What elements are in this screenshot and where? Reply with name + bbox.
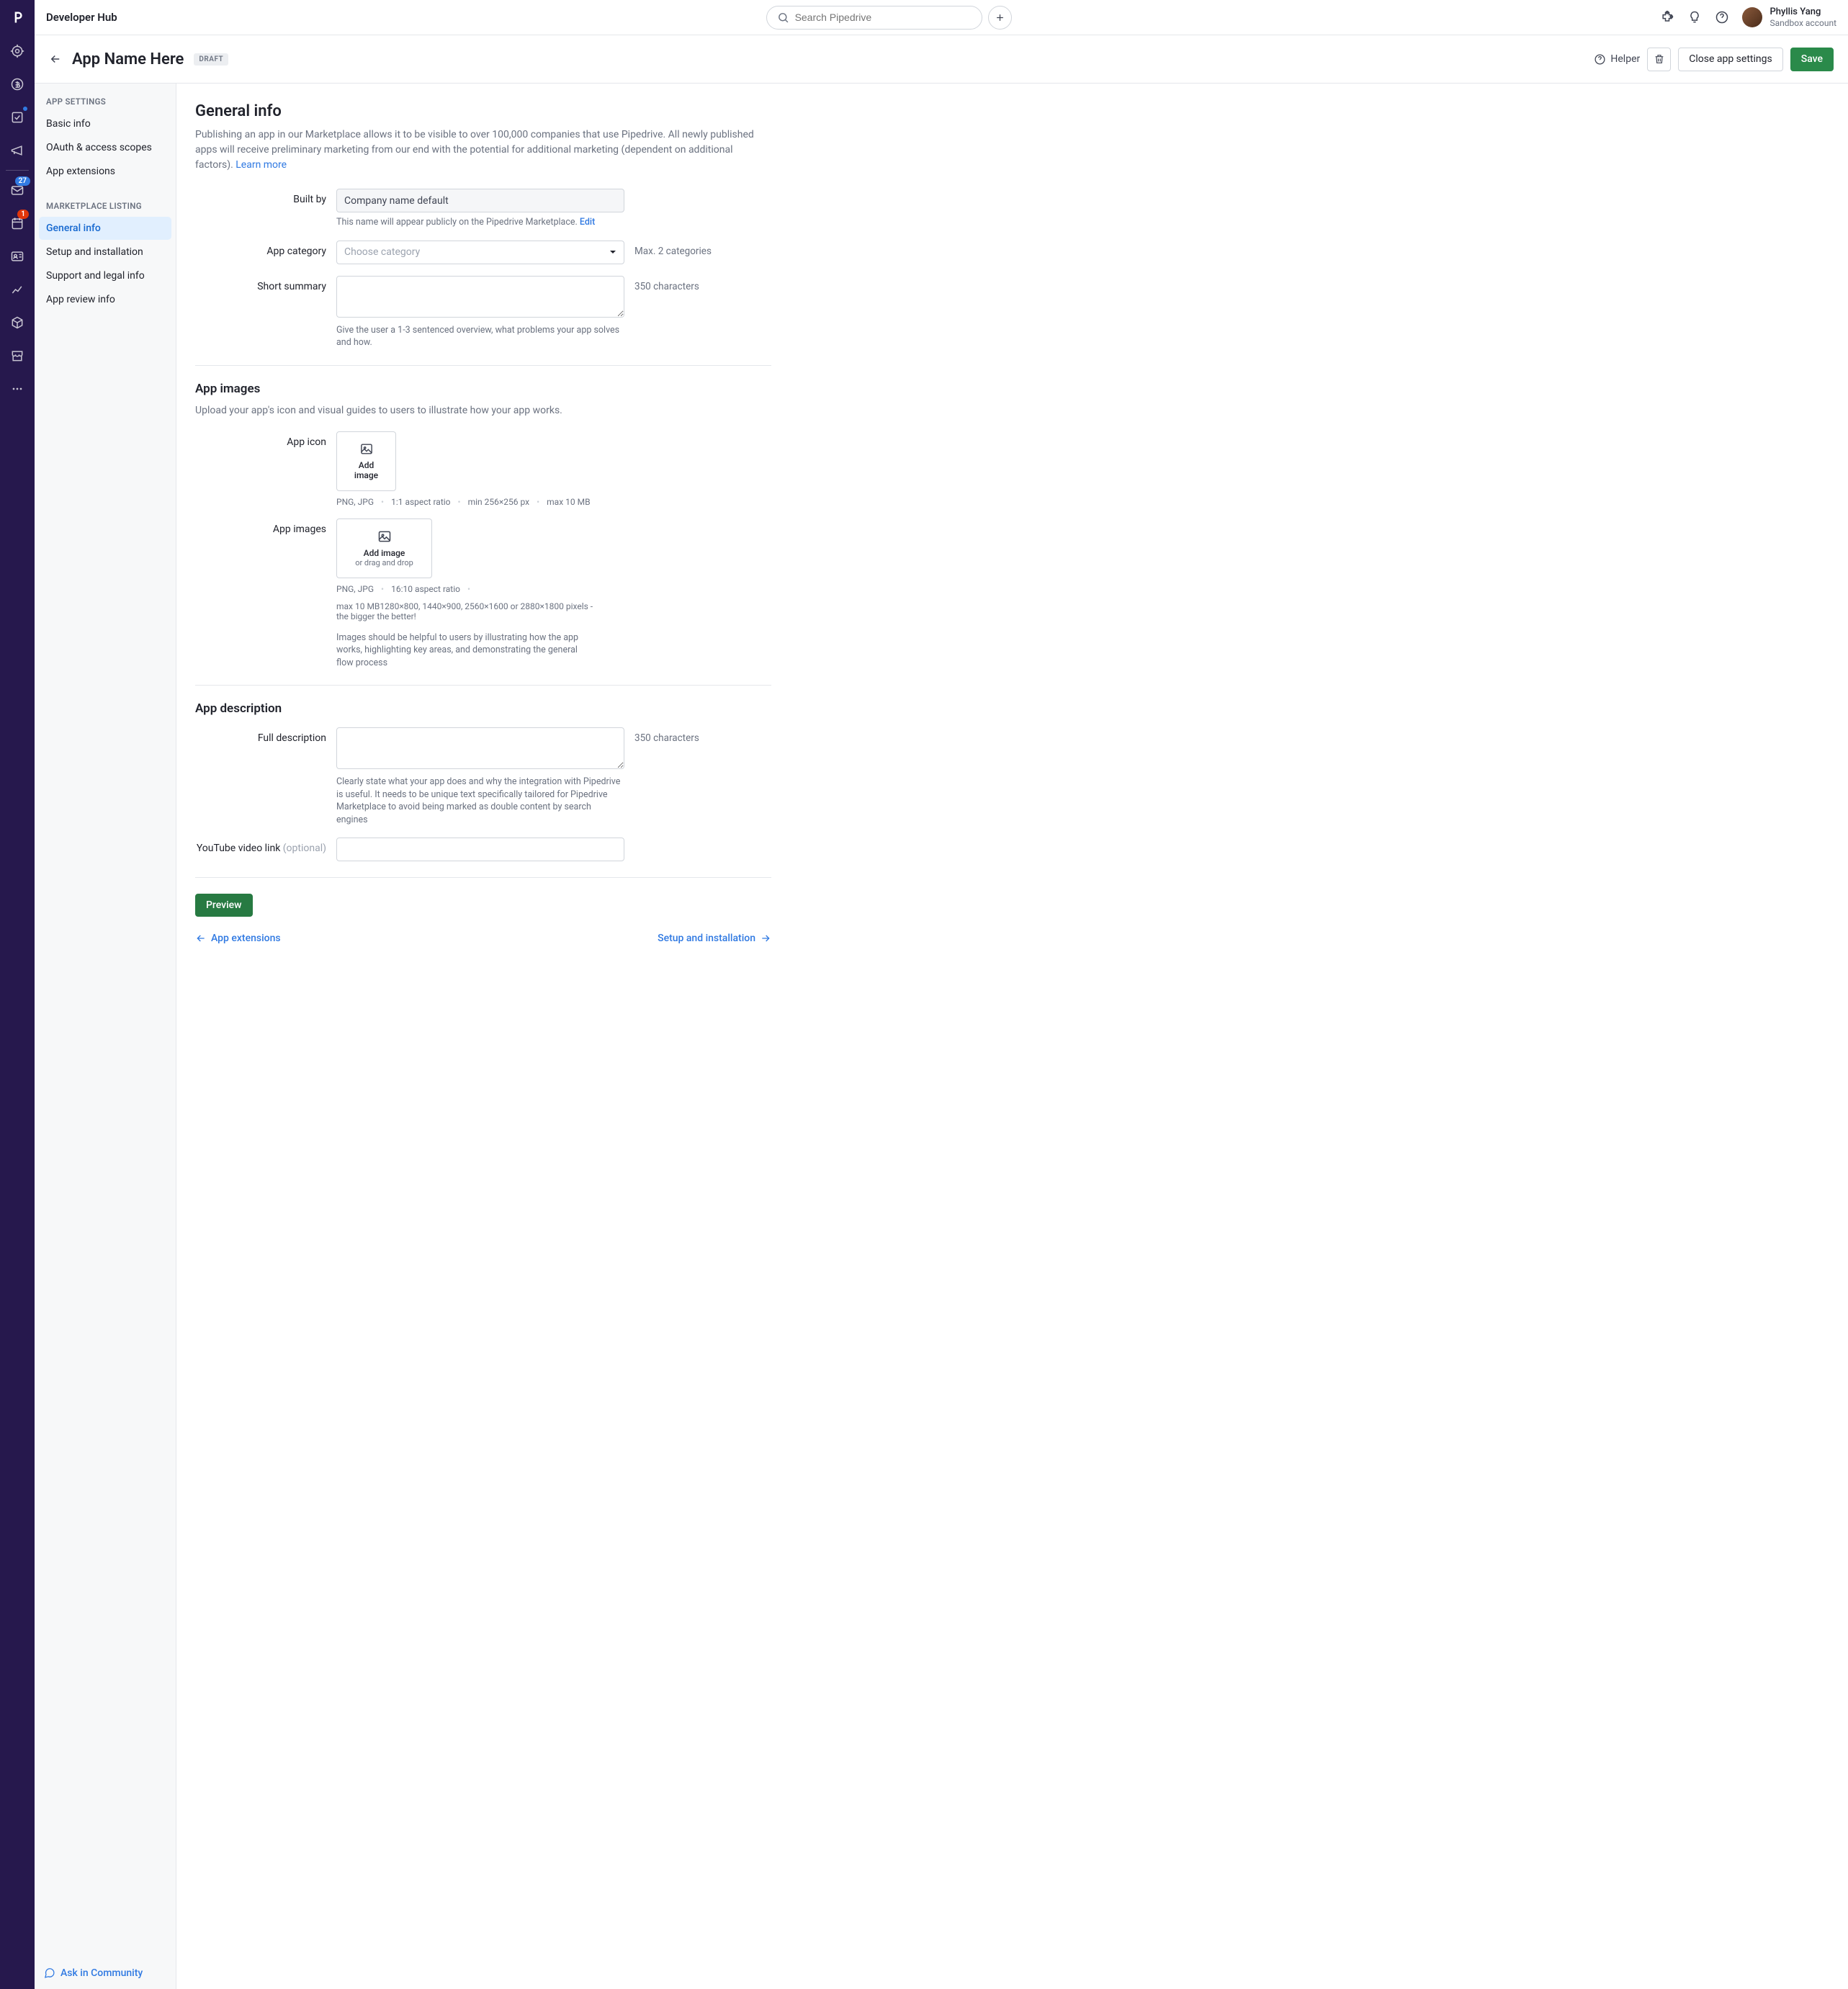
prev-link[interactable]: App extensions xyxy=(195,933,281,944)
helper-link[interactable]: Helper xyxy=(1594,53,1640,66)
sidebar-item-review[interactable]: App review info xyxy=(39,288,171,311)
nav-contacts[interactable] xyxy=(0,240,35,273)
back-button[interactable] xyxy=(49,53,62,66)
topbar: Developer Hub Phyllis Yang Sandbox accou… xyxy=(35,0,1848,35)
content: General info Publishing an app in our Ma… xyxy=(176,84,1848,1989)
sidebar-item-basic-info[interactable]: Basic info xyxy=(39,112,171,135)
hub-title: Developer Hub xyxy=(46,11,117,24)
sidebar-section-app-settings: APP SETTINGS xyxy=(39,94,171,112)
chevron-down-icon xyxy=(609,248,616,256)
app-images-hint: Images should be helpful to users by ill… xyxy=(336,632,596,670)
youtube-field[interactable] xyxy=(336,838,624,861)
delete-button[interactable] xyxy=(1647,48,1671,71)
app-images-label: App images xyxy=(195,518,326,670)
arrow-left-icon xyxy=(195,933,207,944)
category-aside: Max. 2 categories xyxy=(634,241,735,264)
edit-company-link[interactable]: Edit xyxy=(580,217,595,228)
general-lead: Publishing an app in our Marketplace all… xyxy=(195,127,771,173)
avatar xyxy=(1742,7,1762,27)
search-icon xyxy=(777,12,789,24)
user-name: Phyllis Yang xyxy=(1769,6,1836,18)
sidebar-item-general-info[interactable]: General info xyxy=(39,217,171,240)
nav-marketplace[interactable] xyxy=(0,339,35,372)
app-icon-label: App icon xyxy=(195,431,326,507)
built-by-field[interactable] xyxy=(336,189,624,212)
logo[interactable] xyxy=(0,0,35,35)
sidebar-item-setup[interactable]: Setup and installation xyxy=(39,241,171,264)
app-icon-meta: PNG, JPG• 1:1 aspect ratio• min 256×256 … xyxy=(336,497,624,507)
trash-icon xyxy=(1654,53,1665,65)
section-heading-general: General info xyxy=(195,102,771,120)
nav-mail[interactable]: 27 xyxy=(0,174,35,207)
preview-button[interactable]: Preview xyxy=(195,894,253,917)
image-icon xyxy=(377,529,392,544)
extensions-icon[interactable] xyxy=(1660,10,1674,24)
app-icon-upload[interactable]: Add image xyxy=(336,431,396,491)
user-menu[interactable]: Phyllis Yang Sandbox account xyxy=(1742,6,1836,28)
nav-products[interactable] xyxy=(0,306,35,339)
built-by-hint: This name will appear publicly on the Pi… xyxy=(336,216,624,229)
sidebar-item-oauth[interactable]: OAuth & access scopes xyxy=(39,136,171,159)
arrow-right-icon xyxy=(760,933,771,944)
category-label: App category xyxy=(195,241,326,264)
nav-more[interactable] xyxy=(0,372,35,405)
category-select[interactable]: Choose category xyxy=(336,241,624,264)
help-icon[interactable] xyxy=(1715,10,1729,24)
sidebar: APP SETTINGS Basic info OAuth & access s… xyxy=(35,84,176,1989)
user-sub: Sandbox account xyxy=(1769,18,1836,28)
summary-label: Short summary xyxy=(195,276,326,349)
sidebar-item-extensions[interactable]: App extensions xyxy=(39,160,171,183)
nav-calendar[interactable]: 1 xyxy=(0,207,35,240)
nav-activities[interactable] xyxy=(0,101,35,134)
images-lead: Upload your app's icon and visual guides… xyxy=(195,403,771,418)
summary-textarea[interactable] xyxy=(336,276,624,318)
next-link[interactable]: Setup and installation xyxy=(658,933,771,944)
nav-focus[interactable] xyxy=(0,35,35,68)
nav-campaigns[interactable] xyxy=(0,134,35,167)
full-description-hint: Clearly state what your app does and why… xyxy=(336,776,624,826)
summary-hint: Give the user a 1-3 sentenced overview, … xyxy=(336,324,624,349)
full-description-label: Full description xyxy=(195,727,326,826)
summary-aside: 350 characters xyxy=(634,276,735,349)
chat-icon xyxy=(43,1967,55,1979)
nav-deals[interactable] xyxy=(0,68,35,101)
app-images-upload[interactable]: Add image or drag and drop xyxy=(336,518,432,578)
page-header: App Name Here DRAFT Helper Close app set… xyxy=(35,35,1848,84)
section-heading-description: App description xyxy=(195,701,771,716)
save-button[interactable]: Save xyxy=(1790,48,1834,71)
app-images-meta: PNG, JPG• 16:10 aspect ratio• max 10 MB1… xyxy=(336,584,596,621)
learn-more-link[interactable]: Learn more xyxy=(236,159,287,171)
full-description-aside: 350 characters xyxy=(634,727,735,826)
search-input[interactable] xyxy=(766,6,982,30)
status-badge: DRAFT xyxy=(194,53,228,66)
tips-icon[interactable] xyxy=(1687,10,1702,24)
sidebar-item-support[interactable]: Support and legal info xyxy=(39,264,171,287)
add-button[interactable] xyxy=(988,6,1012,30)
section-heading-images: App images xyxy=(195,382,771,396)
nav-insights[interactable] xyxy=(0,273,35,306)
calendar-badge: 1 xyxy=(17,210,29,219)
full-description-textarea[interactable] xyxy=(336,727,624,769)
sidebar-section-marketplace: MARKETPLACE LISTING xyxy=(39,198,171,217)
nav-rail: 27 1 xyxy=(0,0,35,1989)
close-settings-button[interactable]: Close app settings xyxy=(1678,48,1782,71)
youtube-label: YouTube video link (optional) xyxy=(195,838,326,861)
ask-community-link[interactable]: Ask in Community xyxy=(43,1967,143,1979)
built-by-label: Built by xyxy=(195,189,326,229)
mail-badge: 27 xyxy=(15,176,30,186)
help-circle-icon xyxy=(1594,53,1606,66)
page-title: App Name Here xyxy=(72,50,184,68)
image-icon xyxy=(359,442,374,456)
